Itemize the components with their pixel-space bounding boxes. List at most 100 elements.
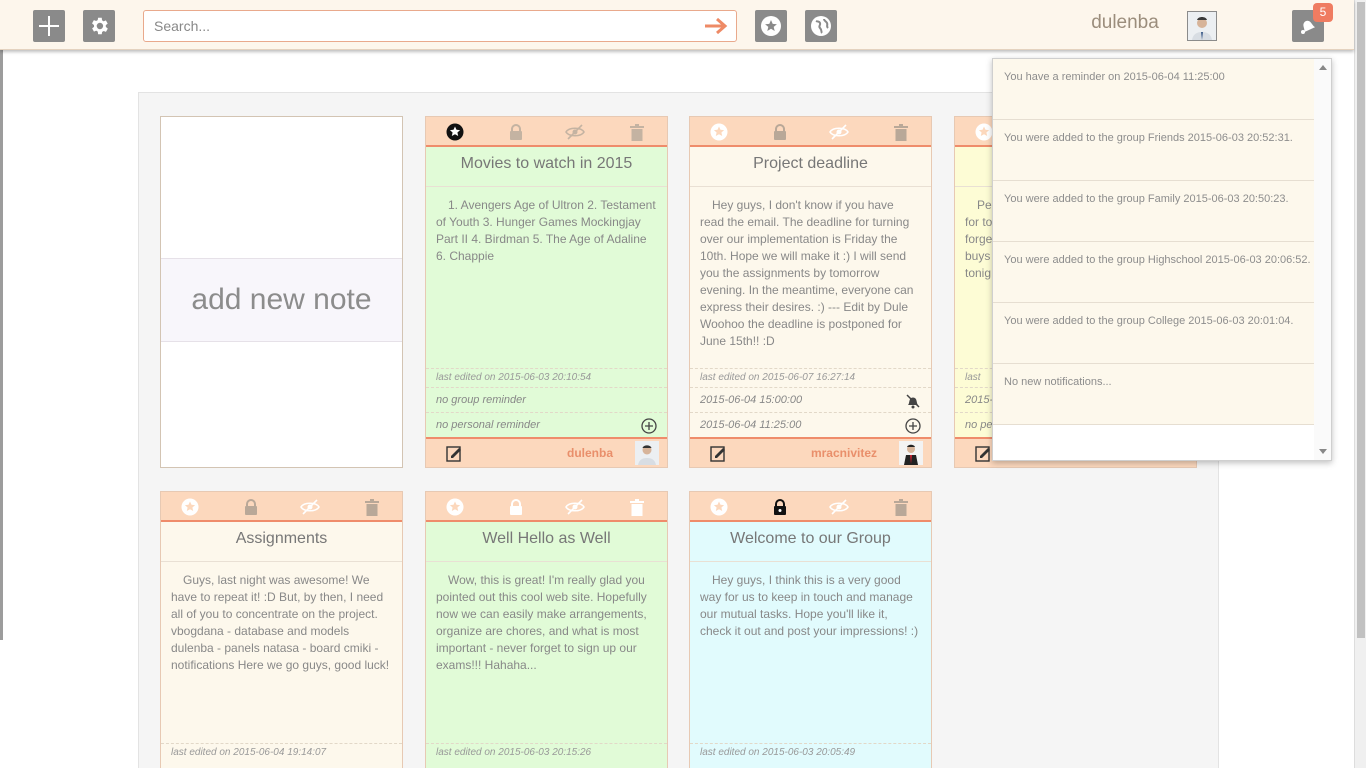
notifications-list: You have a reminder on 2015-06-04 11:25:… [993, 59, 1316, 425]
trash-icon[interactable] [627, 497, 647, 517]
note-footer: dulenba [426, 437, 667, 467]
favorite-star-icon[interactable] [180, 497, 200, 517]
add-note-label[interactable]: add new note [161, 258, 402, 342]
left-edge [0, 50, 3, 640]
group-reminder: 2015-06-04 15:00:00 [690, 387, 931, 412]
lock-icon[interactable] [770, 122, 790, 142]
notification-item[interactable]: You were added to the group Family 2015-… [993, 181, 1316, 242]
top-bar: dulenba 5 [0, 0, 1354, 50]
app-page: dulenba 5 add new note Movies to watch i… [0, 0, 1366, 768]
scroll-up-arrow-icon[interactable] [1319, 65, 1327, 70]
hide-eye-icon[interactable] [300, 497, 320, 517]
note-toolbar [426, 117, 667, 147]
favorite-star-icon[interactable] [445, 497, 465, 517]
note-body[interactable]: Guys, last night was awesome! We have to… [161, 562, 402, 674]
notification-item[interactable]: You were added to the group College 2015… [993, 303, 1316, 364]
notification-item[interactable]: You were added to the group Highschool 2… [993, 242, 1316, 303]
note-toolbar [161, 492, 402, 522]
lock-icon[interactable] [770, 497, 790, 517]
avatar-icon [1188, 12, 1216, 40]
note-title[interactable]: Project deadline [690, 147, 931, 187]
plus-icon [39, 16, 59, 36]
add-reminder-icon[interactable] [641, 418, 657, 434]
note-last-edited: last edited on 2015-06-03 20:10:54 [426, 368, 667, 386]
personal-reminder: 2015-06-04 11:25:00 [690, 412, 931, 437]
note-footer: mracnivitez [690, 437, 931, 467]
note-body[interactable]: 1. Avengers Age of Ultron 2. Testament o… [426, 187, 667, 265]
lock-icon[interactable] [506, 122, 526, 142]
scroll-down-arrow-icon[interactable] [1319, 449, 1327, 454]
trash-icon[interactable] [891, 497, 911, 517]
username-label[interactable]: dulenba [1062, 12, 1188, 34]
edit-icon[interactable] [975, 445, 993, 463]
note-toolbar [426, 492, 667, 522]
notifications-dropdown: You have a reminder on 2015-06-04 11:25:… [992, 58, 1332, 461]
group-reminder: no group reminder [426, 387, 667, 412]
note-card: Project deadline Hey guys, I don't know … [689, 116, 932, 468]
notification-item[interactable]: You have a reminder on 2015-06-04 11:25:… [993, 59, 1316, 120]
personal-reminder-text: 2015-06-04 11:25:00 [700, 419, 802, 431]
hide-eye-icon[interactable] [565, 497, 585, 517]
personal-reminder: no personal reminder [426, 412, 667, 437]
favorite-star-icon[interactable] [709, 122, 729, 142]
page-scrollbar[interactable] [1354, 0, 1366, 768]
note-last-edited: last edited on 2015-06-03 20:15:26 [426, 743, 667, 761]
bell-off-icon[interactable] [905, 393, 921, 409]
trash-icon[interactable] [362, 497, 382, 517]
gear-icon [92, 17, 108, 35]
search-input[interactable] [144, 11, 684, 41]
note-title[interactable]: Welcome to our Group [690, 522, 931, 562]
note-card: Assignments Guys, last night was awesome… [160, 491, 403, 768]
owner-avatar[interactable] [899, 441, 923, 465]
hide-eye-icon[interactable] [829, 122, 849, 142]
notifications-scrollbar[interactable] [1314, 59, 1331, 460]
note-toolbar [690, 117, 931, 147]
lock-icon[interactable] [241, 497, 261, 517]
note-owner[interactable]: dulenba [567, 446, 613, 460]
globe-icon [811, 16, 831, 36]
edit-icon[interactable] [446, 445, 464, 463]
notification-empty-message: No new notifications... [993, 364, 1316, 425]
trash-icon[interactable] [891, 122, 911, 142]
owner-avatar[interactable] [635, 441, 659, 465]
note-body[interactable]: Wow, this is great! I'm really glad you … [426, 562, 667, 674]
hide-eye-icon[interactable] [829, 497, 849, 517]
note-body[interactable]: Hey guys, I think this is a very good wa… [690, 562, 931, 640]
personal-reminder-text: no personal reminder [436, 419, 540, 431]
note-title[interactable]: Movies to watch in 2015 [426, 147, 667, 187]
lock-icon[interactable] [506, 497, 526, 517]
arrow-right-icon [705, 17, 728, 35]
group-reminder-text: no group reminder [436, 394, 526, 406]
notification-item[interactable]: You were added to the group Friends 2015… [993, 120, 1316, 181]
group-reminder-text: 2015-06-04 15:00:00 [700, 394, 803, 406]
add-reminder-icon[interactable] [905, 418, 921, 434]
public-button[interactable] [805, 10, 837, 42]
search-box [143, 10, 737, 42]
note-card: Movies to watch in 2015 1. Avengers Age … [425, 116, 668, 468]
favorite-star-icon[interactable] [709, 497, 729, 517]
page-scrollbar-thumb[interactable] [1357, 2, 1365, 638]
search-submit-button[interactable] [704, 15, 728, 37]
hide-eye-icon[interactable] [565, 122, 585, 142]
note-last-edited: last edited on 2015-06-04 19:14:07 [161, 743, 402, 761]
edit-icon[interactable] [710, 445, 728, 463]
note-last-edited: last edited on 2015-06-03 20:05:49 [690, 743, 931, 761]
trash-icon[interactable] [627, 122, 647, 142]
note-title[interactable]: Assignments [161, 522, 402, 562]
note-title[interactable]: Well Hello as Well [426, 522, 667, 562]
notification-count-badge: 5 [1313, 3, 1333, 22]
star-icon [761, 16, 781, 36]
note-card: Welcome to our Group Hey guys, I think t… [689, 491, 932, 768]
settings-button[interactable] [83, 10, 115, 42]
note-last-edited: last edited on 2015-06-07 16:27:14 [690, 368, 931, 386]
note-card: Well Hello as Well Wow, this is great! I… [425, 491, 668, 768]
favorites-button[interactable] [755, 10, 787, 42]
add-button[interactable] [33, 10, 65, 42]
add-note-card[interactable]: add new note [160, 116, 403, 468]
user-avatar[interactable] [1187, 11, 1217, 41]
note-body[interactable]: Hey guys, I don't know if you have read … [690, 187, 931, 350]
favorite-star-icon[interactable] [974, 122, 994, 142]
note-owner[interactable]: mracnivitez [811, 446, 877, 460]
favorite-star-icon[interactable] [445, 122, 465, 142]
note-toolbar [690, 492, 931, 522]
